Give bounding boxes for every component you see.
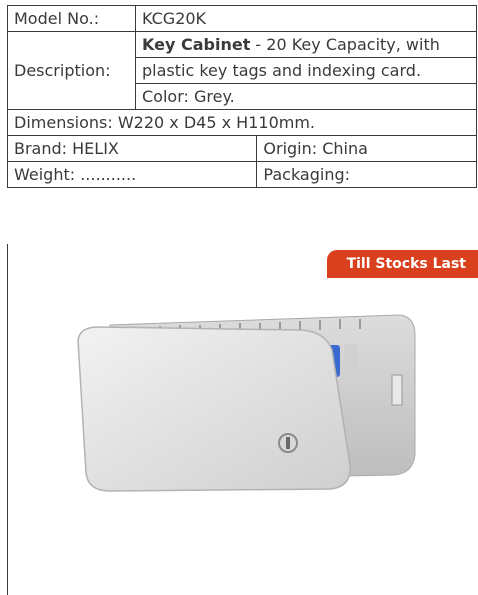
desc-line-1-rest: - 20 Key Capacity, with: [250, 35, 440, 54]
origin: Origin: China: [256, 135, 477, 162]
model-value: KCG20K: [135, 5, 477, 32]
model-label: Model No.:: [7, 5, 136, 32]
desc-line-1: Key Cabinet - 20 Key Capacity, with: [135, 31, 477, 58]
row-weight: Weight: ........... Packaging:: [6, 161, 477, 188]
row-model: Model No.: KCG20K: [7, 5, 477, 32]
packaging: Packaging:: [256, 161, 477, 188]
row-brand: Brand: HELIX Origin: China: [6, 135, 477, 162]
desc-title: Key Cabinet: [142, 35, 251, 54]
dimensions: Dimensions: W220 x D45 x H110mm.: [7, 109, 477, 136]
desc-line-2: plastic key tags and indexing card.: [135, 57, 477, 84]
till-stocks-last-badge: Till Stocks Last: [326, 250, 478, 278]
product-image: [70, 305, 425, 495]
row-desc-1: Description: Key Cabinet - 20 Key Capaci…: [7, 31, 477, 110]
brand: Brand: HELIX: [6, 135, 258, 162]
spec-sheet: Model No.: KCG20K Description: Key Cabin…: [0, 0, 478, 595]
description-label: Description:: [7, 31, 136, 110]
cabinet-lid: [77, 326, 351, 492]
key-cabinet-illustration: [77, 314, 416, 492]
lock-icon: [278, 433, 298, 453]
left-border-line: [7, 244, 8, 595]
desc-line-3: Color: Grey.: [135, 83, 477, 110]
row-dimensions: Dimensions: W220 x D45 x H110mm.: [7, 109, 477, 136]
spec-table: Model No.: KCG20K Description: Key Cabin…: [6, 5, 477, 188]
weight: Weight: ...........: [6, 161, 258, 188]
